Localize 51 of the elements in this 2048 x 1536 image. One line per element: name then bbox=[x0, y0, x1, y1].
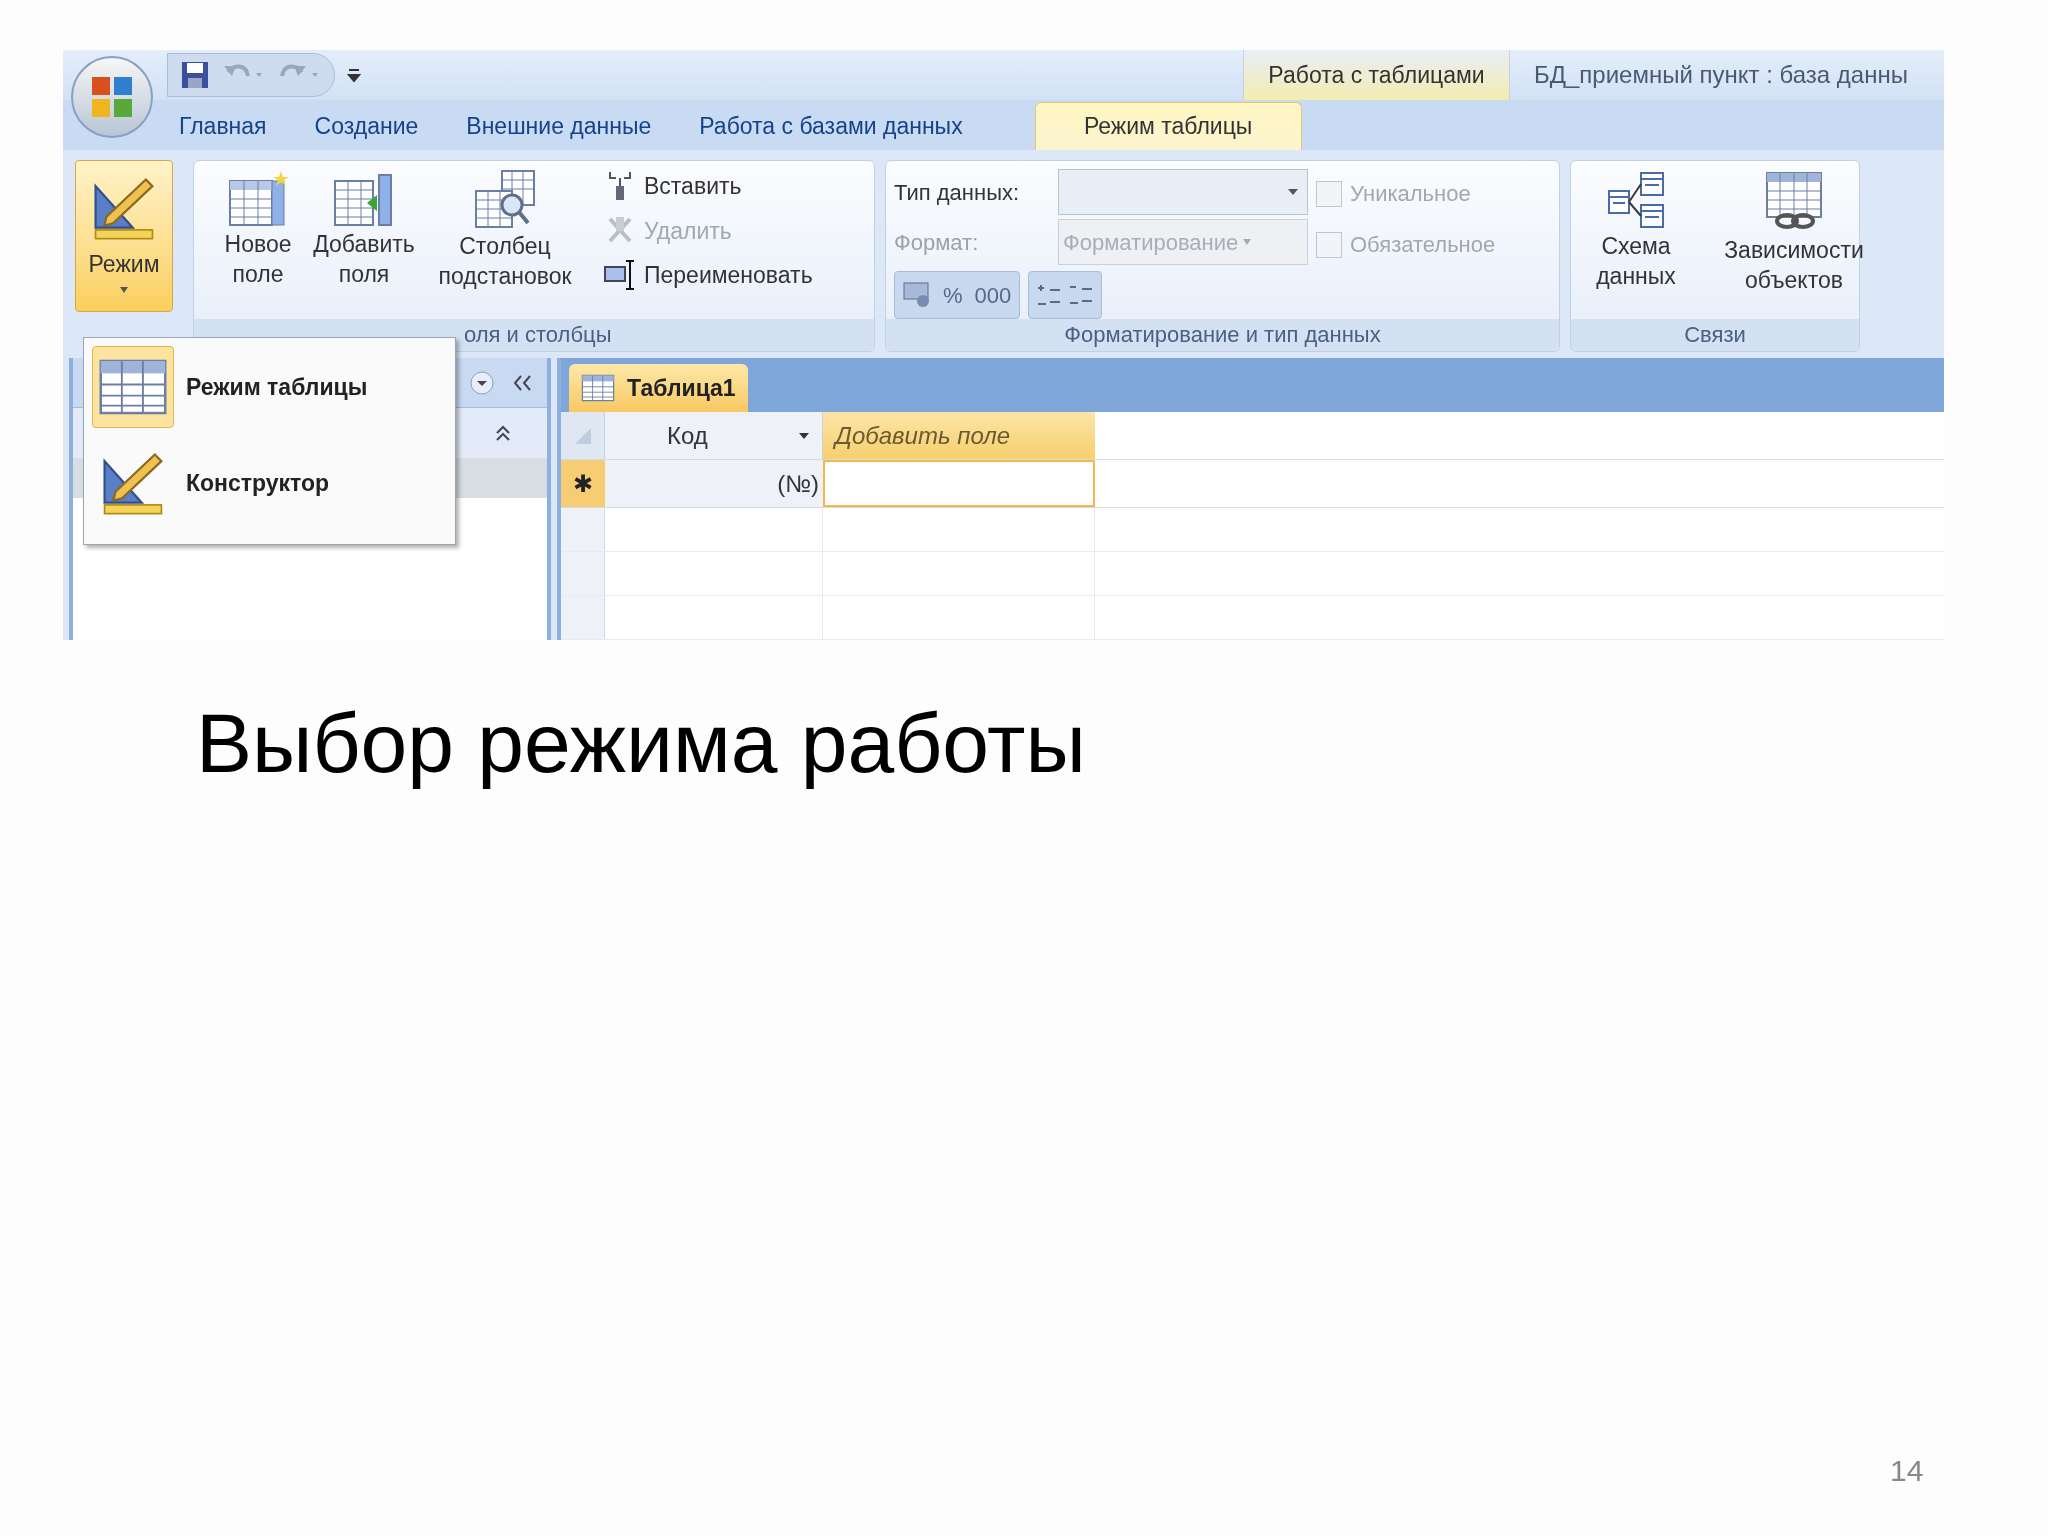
new-field-icon bbox=[227, 169, 289, 229]
dropdown-arrow-icon bbox=[1242, 238, 1253, 246]
ribbon-button[interactable]: Добавить поля bbox=[314, 169, 414, 289]
ribbon-button[interactable]: Новое поле bbox=[208, 169, 308, 289]
group-label: Форматирование и тип данных bbox=[886, 319, 1559, 351]
window-title: БД_приемный пункт : база данны bbox=[1533, 59, 1909, 90]
document-tab[interactable]: Таблица1 bbox=[569, 364, 748, 412]
contextual-tab-group: Работа с таблицами bbox=[1243, 50, 1510, 100]
table-cell[interactable] bbox=[823, 460, 1095, 507]
menu-item[interactable]: Конструктор bbox=[92, 442, 447, 524]
dropdown-arrow-icon bbox=[119, 285, 129, 294]
lookup-column-icon bbox=[472, 169, 538, 231]
dropdown-arrow-icon bbox=[1287, 188, 1299, 196]
checkbox-label: Уникальное bbox=[1350, 180, 1471, 208]
ribbon-small-button[interactable]: Вставить bbox=[604, 169, 813, 204]
format-label: Формат: bbox=[894, 228, 980, 257]
data-type-label: Тип данных: bbox=[894, 178, 1021, 207]
mode-button[interactable]: Режим bbox=[75, 160, 173, 312]
checkbox-label: Обязательное bbox=[1350, 231, 1496, 259]
page-number: 14 bbox=[1890, 1453, 1924, 1489]
relationships-icon bbox=[1605, 169, 1667, 231]
table-cell: (№) bbox=[605, 460, 823, 507]
decrease-decimals-icon bbox=[1069, 286, 1094, 304]
dropdown-arrow-icon bbox=[798, 431, 810, 440]
increase-decimals-icon bbox=[1037, 284, 1062, 306]
customize-toolbar-icon[interactable] bbox=[347, 66, 361, 83]
ribbon-tab[interactable]: Создание bbox=[290, 102, 443, 150]
ribbon-tab[interactable]: Режим таблицы bbox=[1034, 102, 1302, 150]
group-label: Связи bbox=[1571, 319, 1859, 351]
slide-title: Выбор режима работы bbox=[196, 695, 1086, 792]
ribbon-small-button: Удалить bbox=[604, 213, 813, 248]
column-header[interactable]: Добавить поле bbox=[823, 412, 1095, 459]
ribbon-tab[interactable]: Работа с базами данных bbox=[675, 102, 987, 150]
column-header[interactable]: Код bbox=[605, 412, 823, 459]
percent-symbol: % bbox=[943, 281, 963, 310]
record-selector[interactable] bbox=[561, 508, 605, 551]
ribbon-tab[interactable]: Внешние данные bbox=[442, 102, 676, 150]
ribbon-button[interactable]: Зависимости объектов bbox=[1719, 169, 1869, 295]
ribbon-button[interactable]: Столбец подстановок bbox=[420, 169, 590, 291]
rename-icon bbox=[604, 259, 636, 292]
data-type-dropdown[interactable] bbox=[1058, 169, 1308, 215]
ribbon-tab[interactable]: Главная bbox=[155, 102, 291, 150]
ribbon-button[interactable]: Схема данных bbox=[1561, 169, 1711, 291]
ribbon-small-button[interactable]: Переименовать bbox=[604, 258, 813, 293]
table-icon bbox=[581, 373, 615, 403]
currency-icon bbox=[903, 282, 931, 308]
record-selector[interactable] bbox=[561, 596, 605, 639]
thousands-separator-label: 000 bbox=[974, 281, 1012, 310]
record-selector[interactable] bbox=[561, 552, 605, 595]
new-record-marker: ✱ bbox=[561, 460, 605, 507]
save-icon[interactable] bbox=[180, 59, 210, 90]
